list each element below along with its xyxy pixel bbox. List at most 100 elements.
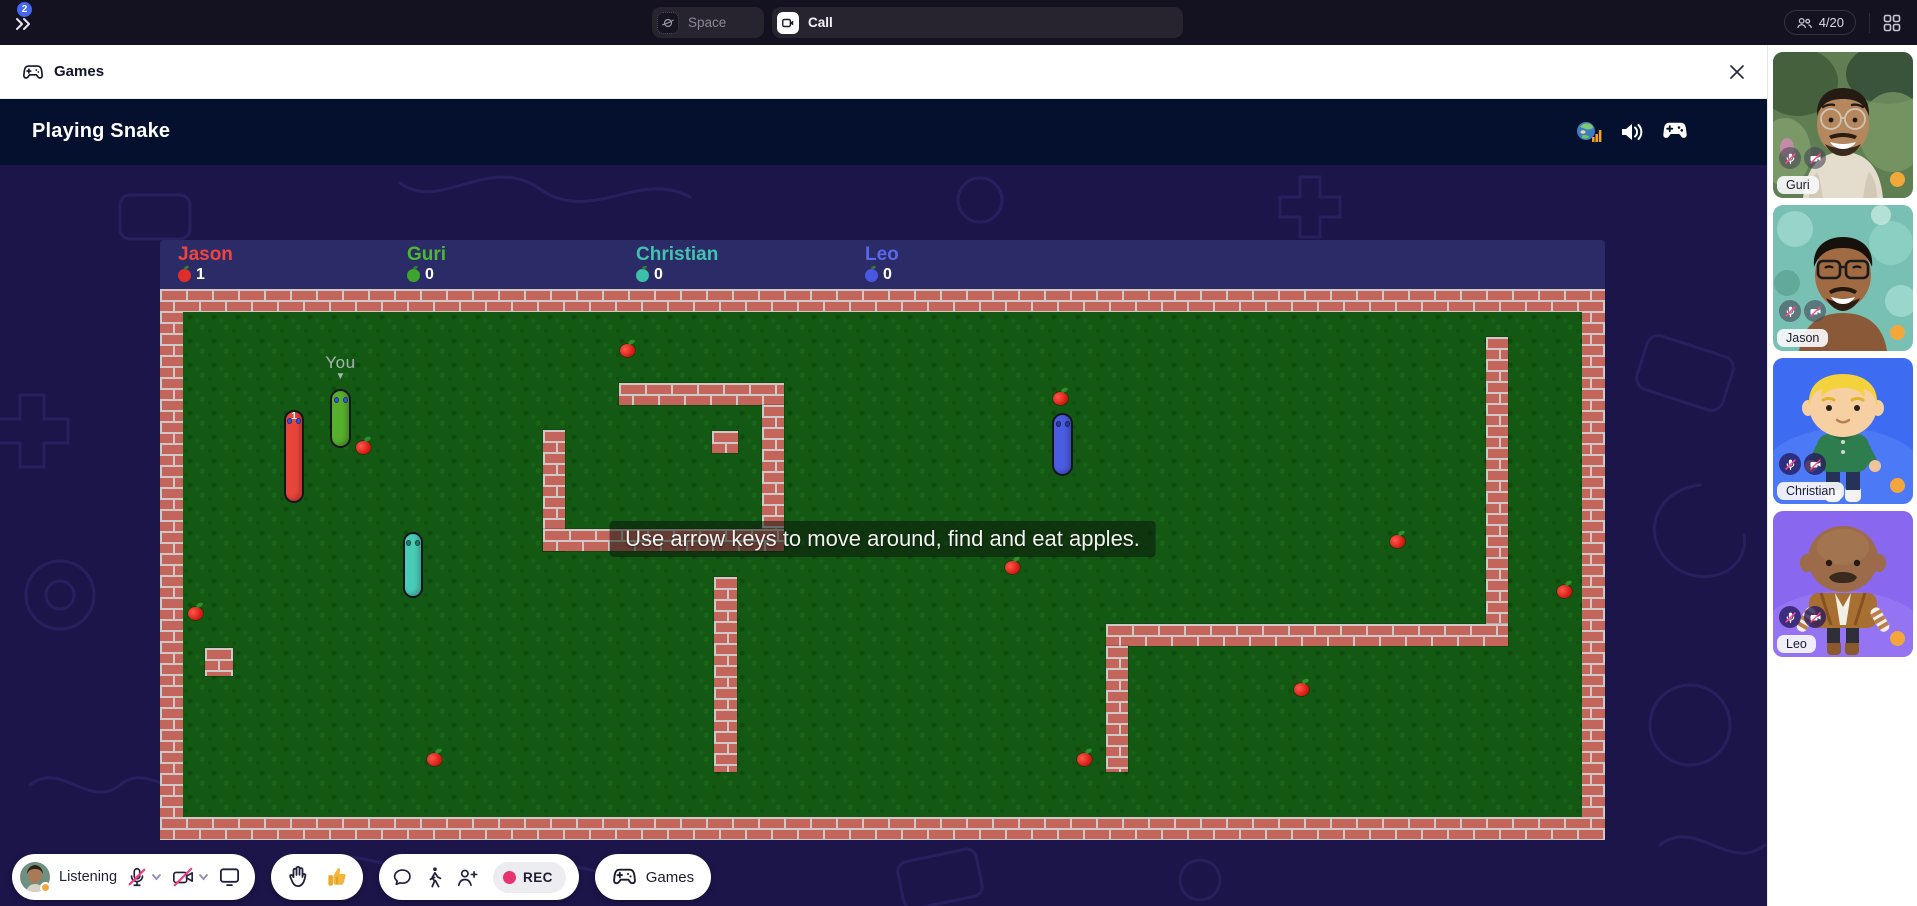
notification-badge: 2 [17, 2, 32, 17]
participant-name: Guri [1777, 176, 1819, 194]
camera-muted-button[interactable] [171, 866, 209, 888]
gamepad-icon [22, 63, 44, 81]
game-title-bar: Playing Snake [0, 98, 1767, 165]
apple [188, 604, 204, 620]
score-christian: Christian 0 [636, 244, 865, 285]
tab-space[interactable]: Space [652, 7, 764, 38]
sound-icon[interactable] [1619, 121, 1645, 143]
apple [1077, 750, 1093, 766]
participant-name: Leo [1777, 635, 1816, 653]
participant-tile-guri[interactable]: Guri [1773, 52, 1913, 198]
wall [1106, 646, 1128, 772]
apps-grid-icon[interactable] [1883, 14, 1901, 32]
games-panel-header: Games [0, 45, 1767, 98]
mic-muted-button[interactable] [126, 866, 162, 888]
playfield[interactable]: Use arrow keys to move around, find and … [160, 289, 1605, 840]
wall [712, 431, 738, 453]
games-button[interactable]: Games [595, 854, 711, 900]
snake-leo [1052, 413, 1073, 476]
chevron-down-icon [151, 873, 162, 881]
score-jason: Jason 1 [178, 244, 407, 285]
instruction-caption: Use arrow keys to move around, find and … [609, 521, 1156, 557]
participant-name: Jason [1777, 329, 1828, 347]
call-camera-icon [777, 12, 799, 34]
participant-name: Christian [1777, 482, 1844, 500]
thumbs-up-button[interactable] [327, 866, 347, 888]
participant-status-dot [1890, 325, 1905, 340]
mic-muted-icon [1779, 147, 1801, 169]
camera-muted-icon [1804, 147, 1826, 169]
participant-status-dot [1890, 631, 1905, 646]
wall [1486, 337, 1508, 624]
camera-muted-icon [1804, 300, 1826, 322]
you-indicator: You▼ [325, 353, 355, 382]
mic-muted-icon [1779, 606, 1801, 628]
participant-tile-jason[interactable]: Jason [1773, 205, 1913, 351]
apple-icon [178, 269, 191, 282]
occupancy-count: 4/20 [1819, 15, 1844, 30]
apple [1390, 532, 1406, 548]
camera-muted-icon [1804, 606, 1826, 628]
apple-icon [407, 269, 420, 282]
walk-around-button[interactable] [427, 866, 442, 888]
screen-share-button[interactable] [218, 866, 241, 888]
apple-icon [636, 269, 649, 282]
listening-status: Listening [59, 869, 117, 885]
chevron-down-icon [198, 873, 209, 881]
participant-tile-christian[interactable]: Christian [1773, 358, 1913, 504]
snake-score-label: 1 [286, 411, 302, 422]
space-planet-icon [657, 12, 679, 34]
wall [714, 577, 737, 772]
self-status-dot [40, 882, 51, 893]
app-window: 2 Space Call 4/20 [0, 0, 1917, 906]
score-leo: Leo 0 [865, 244, 1094, 285]
self-avatar[interactable] [20, 862, 50, 892]
grass-field [183, 312, 1582, 817]
score-guri: Guri 0 [407, 244, 636, 285]
apple [1053, 389, 1069, 405]
apple [1005, 558, 1021, 574]
scoreboard: Jason 1 Guri 0 Christian 0 Leo 0 [160, 240, 1605, 289]
record-button[interactable]: REC [493, 862, 566, 893]
topbar-divider [1869, 13, 1870, 33]
tab-call-label: Call [808, 15, 833, 30]
mic-muted-icon [1779, 453, 1801, 475]
network-quality-icon[interactable] [1575, 120, 1603, 144]
apple [356, 438, 372, 454]
snake-jason: 1 [284, 410, 304, 503]
camera-muted-icon [1804, 453, 1826, 475]
apple [1557, 582, 1573, 598]
participants-sidebar: Guri [1767, 45, 1917, 906]
tab-call[interactable]: Call [772, 7, 1183, 38]
call-toolbar: Listening [12, 854, 711, 900]
snake-guri [330, 389, 351, 448]
apple [427, 750, 443, 766]
invite-person-button[interactable] [456, 867, 479, 888]
participant-status-dot [1890, 478, 1905, 493]
game-controls-icon[interactable] [1661, 121, 1689, 142]
game-title: Playing Snake [32, 120, 170, 143]
raise-hand-button[interactable] [287, 865, 309, 889]
wall [205, 648, 233, 676]
wall [1106, 624, 1508, 646]
record-dot [503, 871, 516, 884]
occupancy-pill[interactable]: 4/20 [1784, 10, 1856, 35]
apple [1294, 680, 1310, 696]
participant-status-dot [1890, 172, 1905, 187]
games-panel-title: Games [54, 63, 104, 80]
reactions-pill [271, 854, 363, 900]
close-icon[interactable] [1727, 62, 1747, 82]
snake-board: Jason 1 Guri 0 Christian 0 Leo 0 [160, 240, 1605, 840]
game-area: Jason 1 Guri 0 Christian 0 Leo 0 [0, 165, 1767, 906]
top-bar: 2 Space Call 4/20 [0, 0, 1917, 45]
wall [619, 383, 784, 405]
participant-tile-leo[interactable]: Leo [1773, 511, 1913, 657]
apple-icon [865, 269, 878, 282]
apple [620, 341, 636, 357]
self-controls-pill: Listening [12, 854, 255, 900]
snake-christian [403, 532, 423, 598]
actions-pill: REC [379, 854, 579, 900]
tab-space-label: Space [688, 15, 726, 30]
chat-bubble-button[interactable] [392, 867, 413, 888]
mic-muted-icon [1779, 300, 1801, 322]
